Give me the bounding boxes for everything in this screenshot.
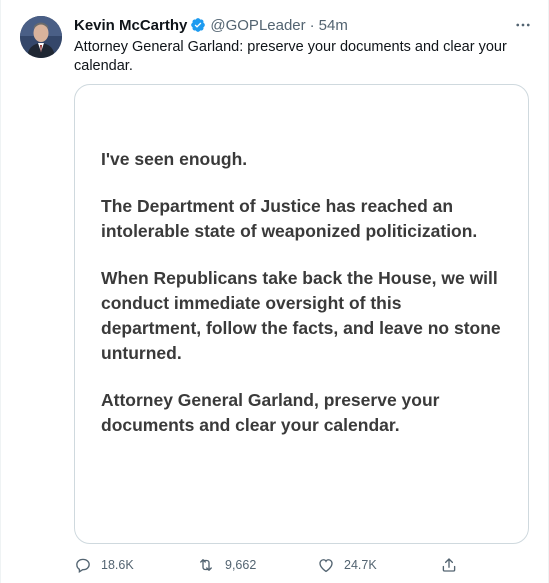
timestamp[interactable]: 54m [319,17,348,34]
like-icon [319,559,333,573]
reply-count: 18.6K [101,558,134,572]
avatar[interactable] [20,16,62,58]
tweet-text: Attorney General Garland: preserve your … [74,39,507,74]
tweet-header: Kevin McCarthy @GOPLeader · 54m [74,15,348,35]
tweet-actions: 18.6K 9,662 24.7K [74,554,464,576]
statement-paragraph: The Department of Justice has reached an… [101,196,478,241]
separator-dot: · [309,16,315,34]
verified-icon [190,17,206,33]
retweet-button[interactable]: 9,662 [196,554,256,576]
share-button[interactable] [440,554,467,576]
more-icon[interactable] [512,14,534,36]
author-handle[interactable]: @GOPLeader [210,17,305,34]
share-icon [442,558,456,572]
statement-paragraph: Attorney General Garland, preserve your … [101,390,440,435]
statement-image[interactable]: I've seen enough. The Department of Just… [74,84,529,544]
reply-button[interactable]: 18.6K [74,554,134,576]
author-name[interactable]: Kevin McCarthy [74,17,187,34]
like-count: 24.7K [344,558,377,572]
statement-paragraph: When Republicans take back the House, we… [101,268,501,363]
reply-icon [76,558,90,573]
statement-text: I've seen enough. The Department of Just… [101,147,501,460]
retweet-icon [200,559,212,571]
like-button[interactable]: 24.7K [317,554,377,576]
tweet[interactable]: Kevin McCarthy @GOPLeader · 54m Attorney… [0,0,549,583]
retweet-count: 9,662 [225,558,257,572]
statement-paragraph: I've seen enough. [101,149,248,169]
